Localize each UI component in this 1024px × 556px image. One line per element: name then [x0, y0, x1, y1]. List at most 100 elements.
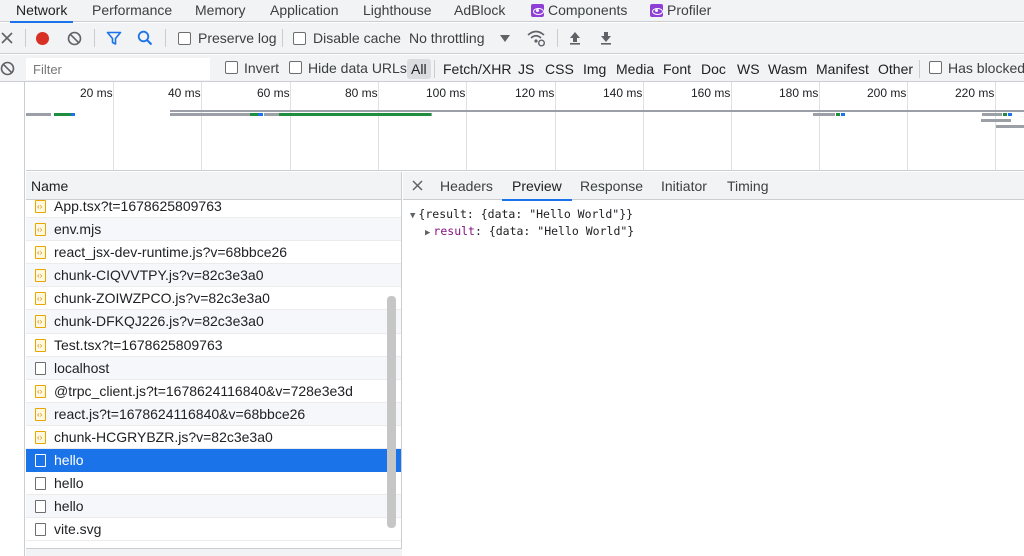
invert-checkbox[interactable]: [225, 61, 238, 74]
request-bar: [1003, 113, 1007, 116]
request-name: chunk-DFKQJ226.js?v=82c3e3a0: [54, 313, 264, 330]
type-filter-font[interactable]: Font: [661, 59, 693, 79]
request-bar: [170, 113, 250, 116]
script-file-icon: [35, 426, 46, 449]
search-icon[interactable]: [137, 30, 153, 46]
divider: [282, 29, 283, 47]
request-name: @trpc_client.js?t=1678624116840&v=728e3e…: [54, 382, 353, 399]
tab-initiator[interactable]: Initiator: [661, 172, 707, 200]
tab-preview[interactable]: Preview: [502, 172, 572, 201]
invert-label[interactable]: Invert: [244, 60, 279, 76]
preserve-log-checkbox[interactable]: [178, 32, 191, 45]
hide-data-urls-label[interactable]: Hide data URLs: [308, 60, 407, 76]
expanded-triangle-icon[interactable]: ▼: [410, 211, 415, 221]
time-tick: 120 ms: [515, 86, 555, 100]
block-icon[interactable]: [0, 61, 15, 76]
type-filter-css[interactable]: CSS: [543, 59, 576, 79]
disable-cache-label[interactable]: Disable cache: [313, 30, 401, 46]
request-row-selected[interactable]: hello: [26, 449, 401, 473]
disable-cache-checkbox[interactable]: [293, 32, 306, 45]
request-row[interactable]: hello: [26, 472, 401, 496]
tab-adblock[interactable]: AdBlock: [454, 0, 505, 22]
tab-network[interactable]: Network: [9, 0, 74, 23]
filter-input[interactable]: [26, 58, 210, 80]
hide-data-urls-checkbox[interactable]: [289, 61, 302, 74]
tab-profiler[interactable]: Profiler: [650, 0, 711, 22]
json-property-line[interactable]: ▶ result: {data: "Hello World"}: [425, 224, 634, 238]
script-file-icon: [35, 310, 46, 333]
chevron-down-icon[interactable]: [500, 35, 510, 42]
request-list-scrollbar[interactable]: [387, 296, 396, 528]
request-bar: [71, 113, 75, 116]
json-root-summary: {result: {data: "Hello World"}}: [418, 207, 634, 221]
request-name: chunk-ZOIWZPCO.js?v=82c3e3a0: [54, 290, 270, 307]
request-row[interactable]: hello: [26, 495, 401, 519]
type-filter-ws[interactable]: WS: [735, 59, 762, 79]
grid-line: [907, 82, 908, 170]
tab-response[interactable]: Response: [580, 172, 643, 200]
type-filter-img[interactable]: Img: [581, 59, 608, 79]
request-row[interactable]: @trpc_client.js?t=1678624116840&v=728e3e…: [26, 380, 401, 403]
request-row[interactable]: vite.svg: [26, 518, 401, 542]
type-filter-all[interactable]: All: [407, 59, 431, 79]
clear-icon[interactable]: [67, 31, 82, 46]
close-icon[interactable]: [412, 180, 423, 191]
has-blocked-checkbox[interactable]: [929, 61, 942, 74]
tab-headers[interactable]: Headers: [440, 172, 493, 200]
script-file-icon: [35, 195, 46, 218]
filter-icon[interactable]: [106, 31, 122, 46]
close-drawer-icon[interactable]: [1, 32, 13, 44]
time-tick: 220 ms: [955, 86, 995, 100]
preserve-log-label[interactable]: Preserve log: [198, 30, 277, 46]
time-tick: 200 ms: [867, 86, 907, 100]
grid-line: [290, 82, 291, 170]
request-row[interactable]: chunk-DFKQJ226.js?v=82c3e3a0: [26, 310, 401, 334]
script-file-icon: [35, 287, 46, 310]
request-row[interactable]: chunk-ZOIWZPCO.js?v=82c3e3a0: [26, 287, 401, 311]
request-rows: App.tsx?t=1678625809763 env.mjs react_js…: [26, 195, 401, 542]
request-row[interactable]: chunk-HCGRYBZR.js?v=82c3e3a0: [26, 426, 401, 450]
network-overview[interactable]: 20 ms 40 ms 60 ms 80 ms 100 ms 120 ms 14…: [26, 82, 1024, 171]
request-name: react_jsx-dev-runtime.js?v=68bbce26: [54, 244, 288, 261]
script-file-icon: [35, 218, 46, 241]
type-filter-manifest[interactable]: Manifest: [814, 59, 871, 79]
tab-lighthouse[interactable]: Lighthouse: [363, 0, 432, 22]
filter-bar: Invert Hide data URLs All Fetch/XHR JS C…: [0, 55, 1024, 82]
react-icon: [650, 4, 663, 17]
tab-memory[interactable]: Memory: [195, 0, 246, 22]
type-filter-js[interactable]: JS: [516, 59, 536, 79]
request-row[interactable]: localhost: [26, 356, 401, 380]
type-filter-media[interactable]: Media: [614, 59, 656, 79]
devtools-tab-bar: Network Performance Memory Application L…: [0, 0, 1024, 23]
request-row[interactable]: env.mjs: [26, 218, 401, 242]
request-row[interactable]: react.js?t=1678624116840&v=68bbce26: [26, 402, 401, 426]
throttling-select[interactable]: No throttling: [409, 30, 484, 46]
request-bar: [170, 110, 1024, 112]
type-filter-doc[interactable]: Doc: [699, 59, 728, 79]
tab-timing[interactable]: Timing: [727, 172, 769, 200]
type-filter-wasm[interactable]: Wasm: [766, 59, 809, 79]
json-root-line[interactable]: ▼ {result: {data: "Hello World"}}: [410, 207, 633, 221]
tab-performance[interactable]: Performance: [92, 0, 172, 22]
request-row[interactable]: react_jsx-dev-runtime.js?v=68bbce26: [26, 241, 401, 265]
tab-label: Network: [16, 2, 68, 18]
network-conditions-icon[interactable]: [526, 29, 546, 47]
json-value: : {data: "Hello World"}: [474, 224, 635, 238]
tab-components[interactable]: Components: [531, 0, 627, 22]
time-tick: 160 ms: [691, 86, 731, 100]
type-filter-fetch-xhr[interactable]: Fetch/XHR: [441, 59, 513, 79]
request-row[interactable]: App.tsx?t=1678625809763: [26, 195, 401, 219]
tab-application[interactable]: Application: [270, 0, 339, 22]
script-file-icon: [35, 334, 46, 357]
export-har-icon[interactable]: [600, 31, 612, 45]
record-icon[interactable]: [35, 31, 50, 46]
request-row[interactable]: chunk-CIQVVTPY.js?v=82c3e3a0: [26, 264, 401, 288]
type-filter-other[interactable]: Other: [876, 59, 915, 79]
import-har-icon[interactable]: [569, 31, 581, 45]
script-file-icon: [35, 264, 46, 287]
tab-label: Components: [548, 2, 628, 18]
has-blocked-label[interactable]: Has blocked: [948, 60, 1024, 76]
collapsed-triangle-icon[interactable]: ▶: [425, 228, 430, 238]
divider: [557, 29, 558, 47]
request-row[interactable]: Test.tsx?t=1678625809763: [26, 334, 401, 357]
